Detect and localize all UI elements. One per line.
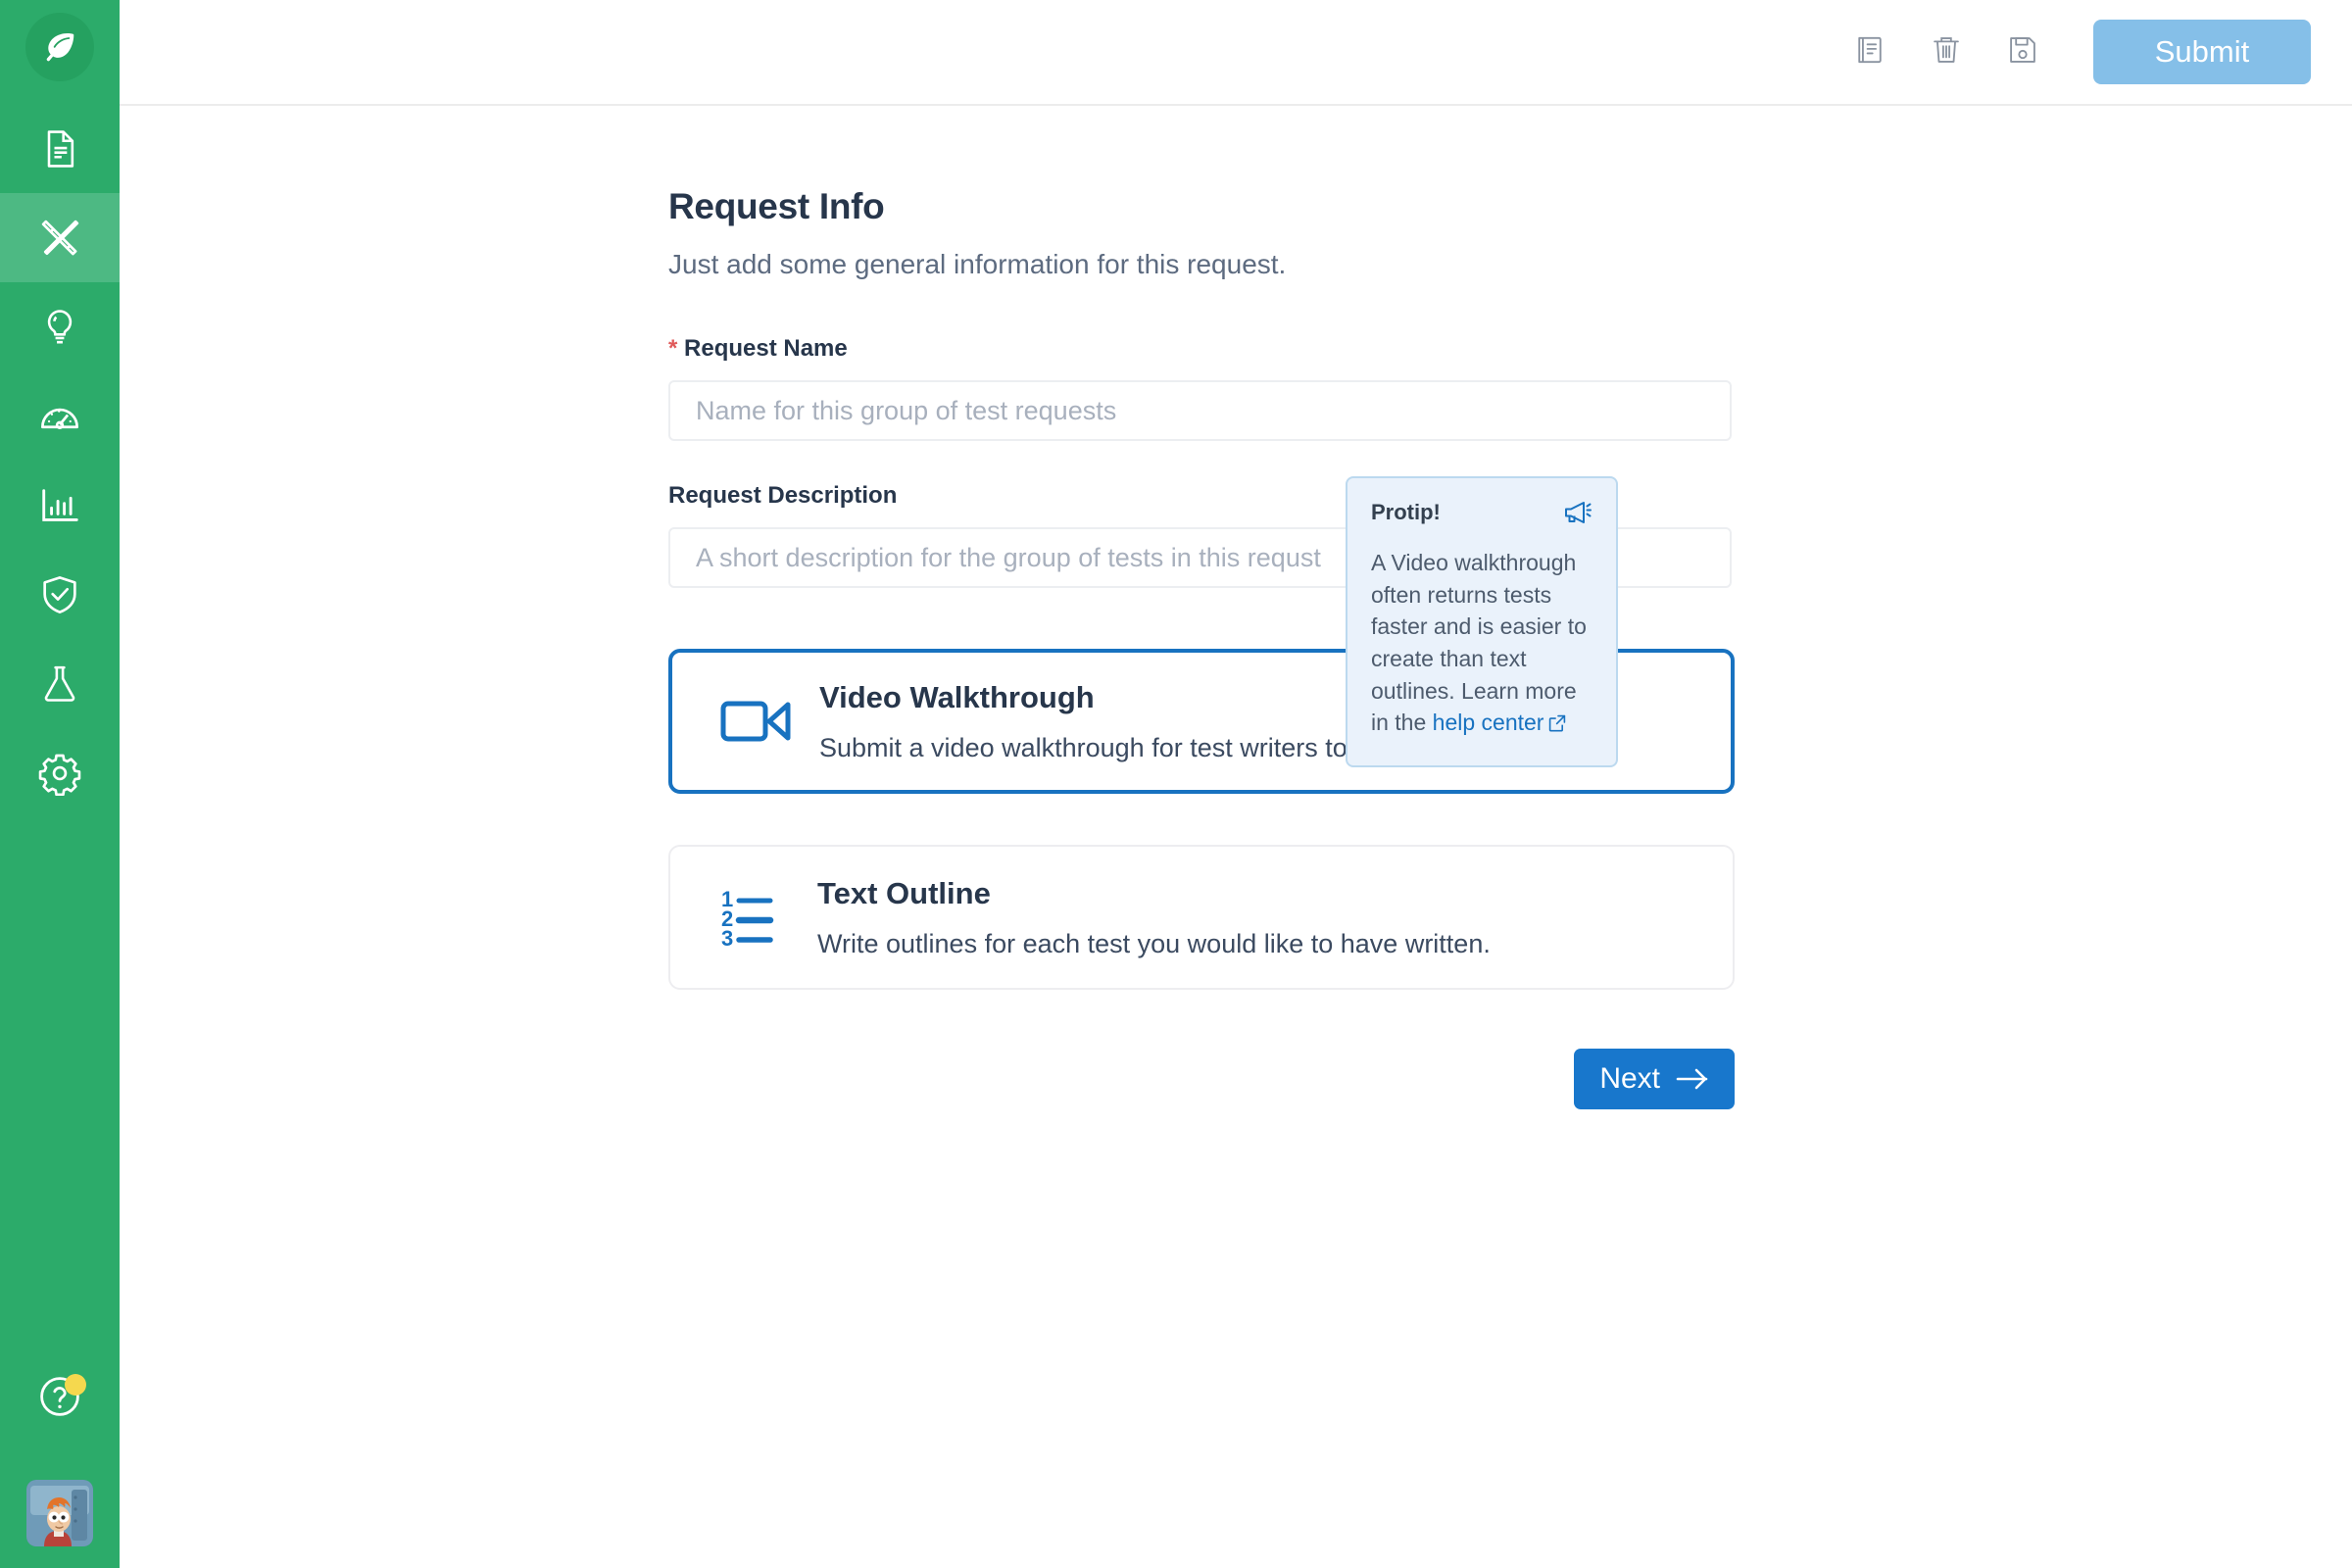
document-icon (47, 129, 74, 168)
main-area: Submit Request Info Just add some genera… (120, 0, 2352, 1568)
tools-pencil-ruler-icon (41, 220, 79, 255)
help-notification-dot (65, 1374, 86, 1396)
help-button[interactable] (25, 1362, 94, 1431)
trash-icon (1934, 36, 1959, 63)
required-marker: * (668, 335, 678, 362)
gauge-icon (41, 408, 78, 429)
request-name-label: * Request Name (668, 335, 2352, 363)
request-name-label-text: Request Name (684, 335, 848, 362)
sidebar-nav (0, 104, 120, 817)
app-logo[interactable] (0, 0, 120, 94)
topbar: Submit (120, 0, 2352, 106)
protip-title: Protip! (1371, 500, 1441, 524)
option-icon-wrap: 1 2 3 (704, 887, 806, 948)
logo-circle (25, 13, 94, 81)
user-avatar-image (26, 1480, 93, 1546)
sidebar-bottom (0, 1362, 120, 1568)
sidebar-item-experiments[interactable] (0, 639, 120, 728)
svg-text:3: 3 (721, 926, 733, 948)
protip-header: Protip! (1371, 500, 1592, 525)
book-notes-icon (1858, 36, 1882, 63)
notes-button[interactable] (1853, 33, 1886, 72)
option-text-wrap: Text Outline Write outlines for each tes… (817, 876, 1491, 959)
external-link-icon[interactable] (1547, 710, 1567, 742)
bar-chart-icon (42, 488, 78, 521)
avatar[interactable] (26, 1480, 93, 1546)
flask-icon (44, 665, 75, 702)
submit-button[interactable]: Submit (2093, 20, 2311, 84)
shield-check-icon (43, 575, 76, 613)
sidebar-item-ideas[interactable] (0, 282, 120, 371)
lightbulb-icon (47, 309, 73, 343)
option-icon-wrap (706, 695, 808, 748)
request-name-field: * Request Name (668, 335, 2352, 441)
request-name-input[interactable] (668, 380, 1732, 441)
megaphone-icon (1565, 502, 1592, 523)
next-button[interactable]: Next (1574, 1049, 1735, 1109)
save-button[interactable] (2006, 33, 2039, 72)
sidebar-item-analytics[interactable] (0, 461, 120, 550)
page-title: Request Info (668, 186, 885, 226)
sidebar-item-settings[interactable] (0, 728, 120, 817)
sidebar (0, 0, 120, 1568)
sidebar-item-authoring[interactable] (0, 193, 120, 282)
leaf-logo-icon (46, 33, 74, 62)
protip-panel: Protip! A Video walkthrough often return… (1346, 476, 1618, 767)
video-camera-icon (720, 701, 791, 742)
external-link-glyph (1549, 715, 1566, 732)
protip-text: A Video walkthrough often returns tests … (1371, 550, 1587, 736)
page-subtitle: Just add some general information for th… (668, 249, 1287, 279)
sidebar-item-documents[interactable] (0, 104, 120, 193)
app-root: Submit Request Info Just add some genera… (0, 0, 2352, 1568)
sidebar-item-performance[interactable] (0, 371, 120, 461)
delete-button[interactable] (1930, 33, 1963, 72)
gear-icon (38, 754, 81, 796)
arrow-right-icon (1676, 1068, 1708, 1090)
sidebar-item-security[interactable] (0, 550, 120, 639)
option-title: Text Outline (817, 875, 991, 910)
help-center-link[interactable]: help center (1433, 710, 1544, 735)
next-row: Next (668, 1049, 1735, 1109)
numbered-list-icon: 1 2 3 (721, 887, 774, 948)
floppy-save-icon (2010, 36, 2035, 63)
protip-body: A Video walkthrough often returns tests … (1371, 547, 1592, 742)
form-content: Request Info Just add some general infor… (120, 106, 2352, 1109)
option-card-text-outline[interactable]: 1 2 3 Text Outline Write outlines for ea… (668, 845, 1735, 990)
next-button-label: Next (1599, 1062, 1660, 1095)
topbar-icon-group (1853, 33, 2039, 72)
option-description: Write outlines for each test you would l… (817, 928, 1491, 958)
